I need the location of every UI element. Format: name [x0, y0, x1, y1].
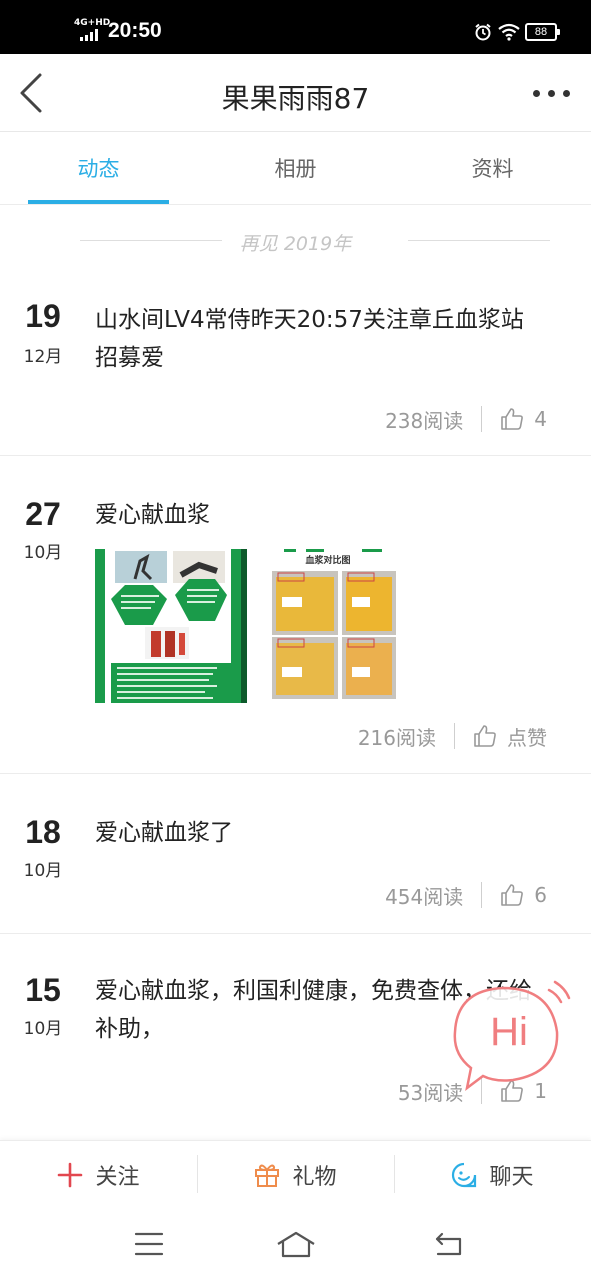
- status-time: 20:50: [108, 19, 162, 42]
- post-image-health-infographic[interactable]: [95, 549, 247, 703]
- post-item[interactable]: 18 10月 爱心献血浆了 454阅读 6: [0, 774, 591, 934]
- read-count: 238阅读: [385, 408, 464, 433]
- wifi-icon: [498, 23, 520, 41]
- battery-icon: 88: [525, 23, 560, 41]
- active-tab-indicator: [28, 200, 169, 204]
- back-icon[interactable]: [434, 1230, 466, 1258]
- thumbs-up-icon[interactable]: [500, 883, 524, 907]
- bottom-action-bar: 关注 礼物 聊天: [0, 1140, 591, 1208]
- signal-icon: [80, 29, 104, 41]
- post-text: 山水间LV4常侍昨天20:57关注章丘血浆站招募爱: [95, 307, 524, 371]
- meta-separator: [454, 723, 455, 749]
- like-count[interactable]: 6: [534, 883, 547, 907]
- thumbs-up-icon[interactable]: [500, 407, 524, 431]
- post-text: 爱心献血浆: [95, 502, 210, 528]
- post-day: 18: [25, 814, 61, 850]
- menu-icon[interactable]: [134, 1230, 164, 1258]
- post-image-plasma-comparison[interactable]: 血浆对比图: [256, 549, 400, 703]
- follow-label: 关注: [95, 1165, 140, 1190]
- read-count: 454阅读: [385, 884, 464, 909]
- plasma-chart-title: 血浆对比图: [305, 556, 351, 566]
- post-month: 12月: [23, 347, 63, 367]
- post-month: 10月: [23, 861, 63, 881]
- top-nav-bar: 果果雨雨87: [0, 54, 591, 132]
- profile-tabs: 动态 相册 资料: [0, 132, 591, 205]
- hi-bubble-text: Hi: [490, 1010, 528, 1054]
- follow-button[interactable]: 关注: [0, 1141, 197, 1209]
- gift-button[interactable]: 礼物: [197, 1141, 394, 1209]
- read-count: 216阅读: [357, 725, 436, 750]
- post-meta: 454阅读 6: [385, 880, 547, 910]
- plus-icon: [58, 1162, 83, 1188]
- like-label[interactable]: 点赞: [507, 722, 547, 751]
- divider-line: [408, 240, 550, 241]
- network-indicator: 4G+HD: [74, 18, 111, 28]
- chat-icon: [452, 1162, 477, 1188]
- alarm-icon: [475, 23, 491, 41]
- tab-album[interactable]: 相册: [197, 132, 394, 205]
- meta-separator: [481, 406, 483, 432]
- post-day: 19: [25, 298, 61, 334]
- gift-icon: [255, 1164, 280, 1187]
- system-navigation-bar: [0, 1208, 591, 1280]
- home-icon[interactable]: [276, 1230, 316, 1258]
- year-divider-label: 再见 2019年: [239, 233, 352, 255]
- post-meta: 216阅读 点赞: [358, 721, 547, 751]
- more-horizontal-icon[interactable]: [531, 80, 571, 106]
- post-day: 27: [25, 496, 61, 532]
- gift-label: 礼物: [292, 1165, 337, 1190]
- status-bar: 4G+HD 20:50 88: [0, 0, 591, 54]
- post-day: 15: [25, 972, 61, 1008]
- post-meta: 238阅读 4: [385, 404, 547, 434]
- tab-dynamics[interactable]: 动态: [0, 132, 197, 205]
- tab-profile-info[interactable]: 资料: [394, 132, 591, 205]
- chat-button[interactable]: 聊天: [394, 1141, 591, 1209]
- post-text: 爱心献血浆了: [95, 820, 233, 846]
- year-divider: 再见 2019年: [0, 222, 591, 260]
- meta-separator: [481, 882, 483, 908]
- page-title: 果果雨雨87: [221, 82, 370, 115]
- post-month: 10月: [23, 1019, 63, 1039]
- thumbs-up-icon[interactable]: [473, 724, 497, 748]
- like-count[interactable]: 4: [534, 407, 547, 431]
- hi-greeting-button[interactable]: Hi: [447, 980, 573, 1092]
- post-item[interactable]: 19 12月 山水间LV4常侍昨天20:57关注章丘血浆站招募爱 238阅读 4: [0, 262, 591, 456]
- post-month: 10月: [23, 543, 63, 563]
- chat-label: 聊天: [489, 1165, 534, 1190]
